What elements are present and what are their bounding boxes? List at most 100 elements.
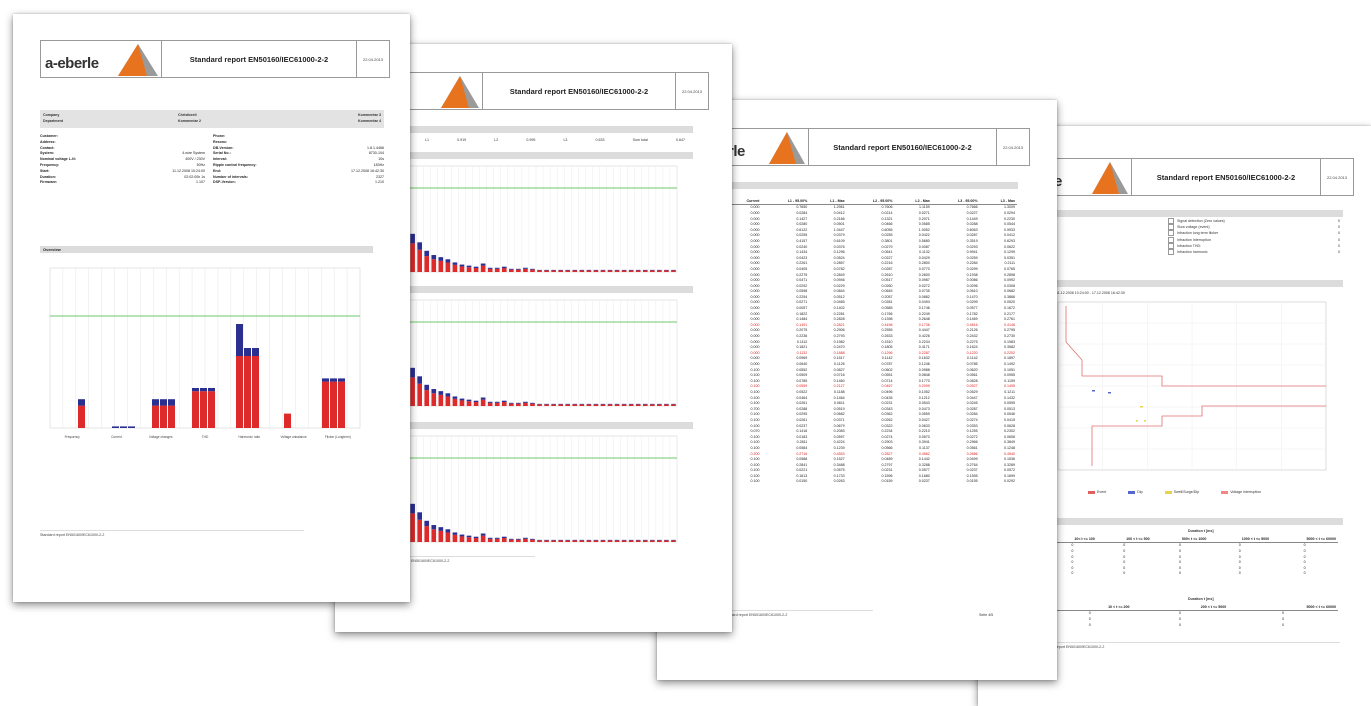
bar-blue <box>558 539 563 541</box>
section-bar <box>385 126 693 133</box>
bar-red <box>551 404 556 406</box>
bar-red <box>509 403 514 406</box>
bar-red <box>338 381 345 428</box>
group-label: Harmonic/ ratio <box>238 435 260 439</box>
bar-blue <box>509 268 514 270</box>
bar-blue <box>452 532 458 535</box>
bar-red <box>657 540 662 542</box>
group-label: Flicker (Longterm) <box>325 435 351 439</box>
bar-blue <box>544 539 549 541</box>
bar-red <box>664 404 669 406</box>
bar-blue <box>579 403 585 405</box>
report-title: Standard report EN50160/IEC61000-2-2 <box>483 73 676 109</box>
bar-blue <box>558 269 563 271</box>
bar-red <box>431 393 437 406</box>
bar-red <box>445 532 451 542</box>
section-bar <box>1040 210 1343 217</box>
bar-blue <box>671 539 676 541</box>
table-cell: 0 <box>1179 571 1181 576</box>
bar-blue <box>438 391 444 395</box>
bar-blue <box>445 393 451 397</box>
bar-red <box>621 270 627 272</box>
bar-blue <box>192 388 199 392</box>
report-header: rle Standard report EN50160/IEC61000-2-2… <box>723 128 1030 166</box>
table-row: 0 0 0 <box>1048 622 1338 628</box>
bar-red <box>487 538 493 542</box>
report-date: 22.04.2013 <box>681 88 703 94</box>
bar-blue <box>466 535 472 538</box>
report-page-1: a-eberle Standard report EN50160/IEC6100… <box>13 14 410 602</box>
bar-red <box>236 356 243 428</box>
bar-blue <box>516 268 521 270</box>
bar-blue <box>593 403 599 405</box>
bar-blue <box>621 269 627 271</box>
bar-red <box>558 270 563 272</box>
bar-blue <box>664 403 669 405</box>
summary-value: 0.633 <box>595 138 605 142</box>
bar-red <box>417 519 422 542</box>
bar-red <box>607 404 613 406</box>
table-cell: 0 <box>1123 571 1126 576</box>
harmonics-table: Current L1 - 95.00% L1 - Max L2 - 95.00% L2 … <box>727 198 1017 484</box>
department-comment: Kommentar 4 <box>358 119 381 123</box>
bar-red <box>657 270 662 272</box>
bar-red <box>473 538 479 542</box>
bar-blue <box>410 233 415 244</box>
bar-blue <box>208 388 215 392</box>
table-cell: 0.0237 <box>918 479 930 484</box>
table-cell: 0 <box>1303 571 1306 576</box>
bar-blue <box>501 400 507 403</box>
info-right: Phone: Resonc: DB-Version: 1.8.1.4466 Serial… <box>213 134 384 186</box>
page-footer: Standard report EN50160/IEC61000-2-2 <box>723 610 873 617</box>
bar-blue <box>487 537 493 539</box>
bar-blue <box>424 250 430 257</box>
bar-blue <box>431 525 437 530</box>
bar-red <box>530 269 535 272</box>
bar-blue <box>424 384 430 391</box>
info-value: 1.210 <box>375 180 384 185</box>
bar-blue <box>128 426 135 428</box>
bar-blue <box>565 539 571 541</box>
bar-red <box>424 390 430 406</box>
bar-blue <box>452 262 458 265</box>
department-label: Department <box>43 119 63 123</box>
bar-blue <box>252 348 259 356</box>
table-cell: 0 <box>1238 571 1241 576</box>
bar-red <box>160 405 167 428</box>
bar-blue <box>516 402 521 404</box>
bar-red <box>192 391 199 428</box>
bar-red <box>459 400 465 406</box>
event-dip <box>1092 390 1095 392</box>
bar-blue <box>501 536 507 539</box>
bar-blue <box>537 269 542 271</box>
bar-red <box>487 268 493 272</box>
bar-red <box>600 270 606 272</box>
legend-dip: Dip <box>1128 490 1142 494</box>
bar-red <box>322 381 329 428</box>
event-list: Signal detection (Zero values) 0 Slow volt… <box>1168 218 1340 255</box>
bar-blue <box>642 269 648 271</box>
report-title: Standard report EN50160/IEC61000-2-2 <box>809 129 997 165</box>
bar-red <box>452 264 458 272</box>
bar-red <box>593 540 599 542</box>
bar-blue <box>593 539 599 541</box>
bar-red <box>642 270 648 272</box>
bar-red <box>579 270 585 272</box>
bar-red <box>565 270 571 272</box>
bar-blue <box>459 264 465 267</box>
bar-blue <box>530 538 535 540</box>
bar-blue <box>516 538 521 540</box>
group-label: Frequency <box>65 435 80 439</box>
bar-blue <box>487 267 493 269</box>
summary-value: 0.995 <box>526 138 536 142</box>
table-cell: 0.0155 <box>966 479 978 484</box>
summary-value: L2 <box>494 138 499 142</box>
bar-blue <box>650 269 655 271</box>
bar-red <box>410 513 415 542</box>
bar-red <box>445 396 451 406</box>
bar-blue <box>244 348 251 356</box>
bar-blue <box>607 403 613 405</box>
bar-blue <box>614 269 620 271</box>
bar-red <box>424 526 430 542</box>
bar-blue <box>438 527 444 531</box>
